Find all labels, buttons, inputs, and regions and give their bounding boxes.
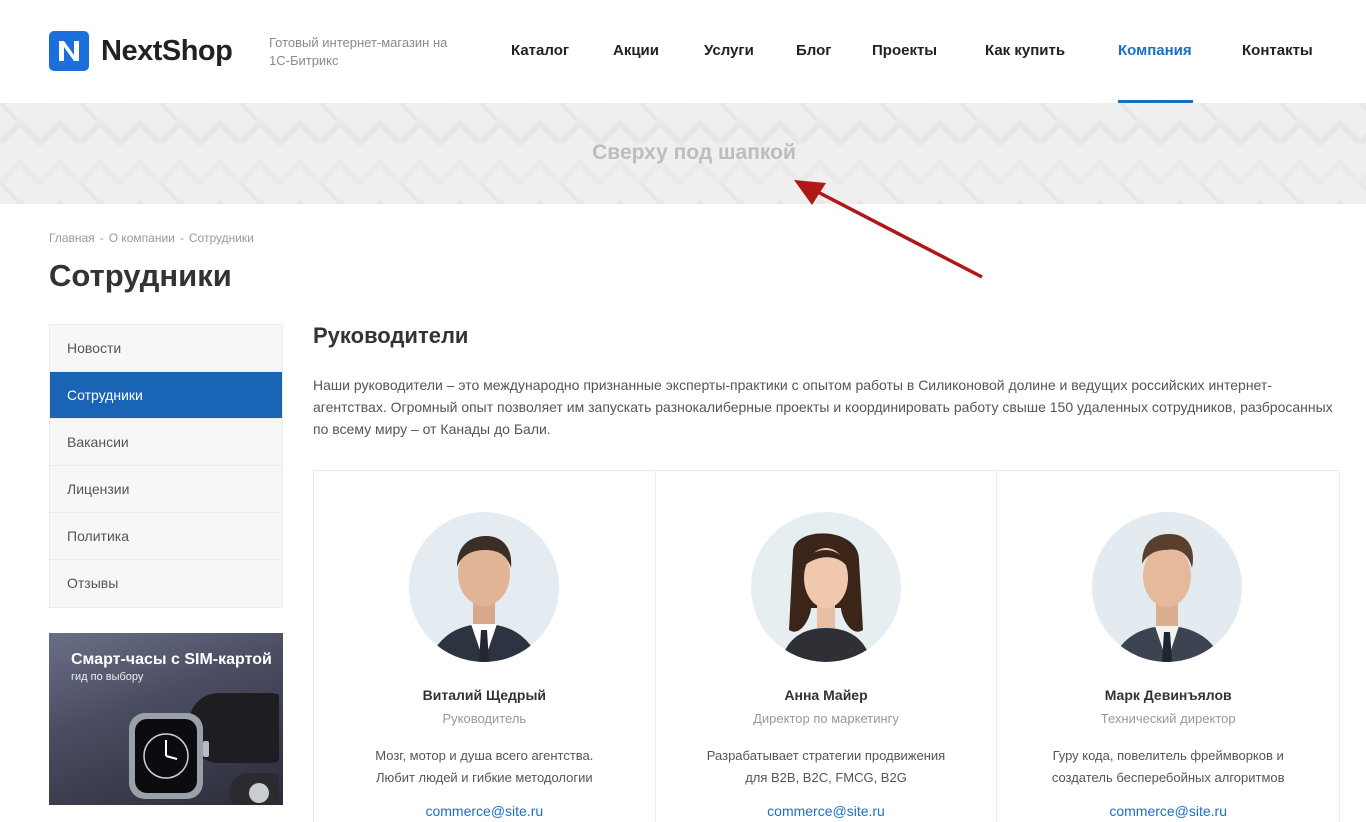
member-name: Анна Майер <box>784 687 868 703</box>
nav-item-blog[interactable]: Блог <box>796 42 832 59</box>
sidebar-menu: Новости Сотрудники Вакансии Лицензии Пол… <box>49 324 283 608</box>
top-banner: Сверху под шапкой <box>0 103 1366 204</box>
member-email-link[interactable]: commerce@site.ru <box>656 803 997 819</box>
banner-text: Сверху под шапкой <box>592 141 796 164</box>
sidebar-item-employees[interactable]: Сотрудники <box>50 372 282 419</box>
logo-text: NextShop <box>101 34 233 67</box>
member-description-line: Разрабатывает стратегии продвижения <box>706 748 946 763</box>
smartwatch-icon <box>129 693 279 805</box>
member-description-line: создатель бесперебойных алгоритмов <box>1051 770 1285 785</box>
member-description: Разрабатывает стратегии продвижения для … <box>676 745 977 789</box>
promo-banner[interactable]: Смарт-часы с SIM-картой гид по выбору <box>49 633 283 805</box>
nav-item-promotions[interactable]: Акции <box>613 42 659 59</box>
member-description-line: Любит людей и гибкие методологии <box>376 770 593 785</box>
member-role: Технический директор <box>1100 711 1236 726</box>
member-role: Директор по маркетингу <box>753 711 899 726</box>
sidebar-item-policy[interactable]: Политика <box>50 513 282 560</box>
member-description-line: для B2B, B2C, FMCG, B2G <box>745 770 907 785</box>
team-card: Анна Майер Директор по маркетингу Разраб… <box>656 471 998 822</box>
sidebar-item-reviews[interactable]: Отзывы <box>50 560 282 607</box>
member-role: Руководитель <box>442 711 527 726</box>
member-email-link[interactable]: commerce@site.ru <box>997 803 1339 819</box>
sidebar-item-vacancies[interactable]: Вакансии <box>50 419 282 466</box>
breadcrumb: Главная - О компании - Сотрудники <box>49 231 254 245</box>
sidebar-item-news[interactable]: Новости <box>50 325 282 372</box>
section-title: Руководители <box>313 323 469 348</box>
breadcrumb-about[interactable]: О компании <box>109 231 175 245</box>
team-card: Марк Девинъялов Технический директор Гур… <box>997 471 1339 822</box>
logo[interactable]: NextShop <box>49 31 233 71</box>
breadcrumb-separator: - <box>99 231 104 245</box>
team-card: Виталий Щедрый Руководитель Мозг, мотор … <box>314 471 656 822</box>
avatar <box>409 512 559 662</box>
logo-icon <box>49 31 89 71</box>
nav-item-services[interactable]: Услуги <box>704 42 754 59</box>
avatar <box>750 512 901 662</box>
site-tagline: Готовый интернет-магазин на 1С-Битрикс <box>269 35 448 68</box>
nav-item-how-to-buy[interactable]: Как купить <box>985 42 1065 59</box>
team-grid: Виталий Щедрый Руководитель Мозг, мотор … <box>313 470 1340 822</box>
sidebar-item-licenses[interactable]: Лицензии <box>50 466 282 513</box>
site-header: NextShop Готовый интернет-магазин на 1С-… <box>0 0 1366 103</box>
breadcrumb-home[interactable]: Главная <box>49 231 95 245</box>
page-title: Сотрудники <box>49 258 232 293</box>
breadcrumb-current: Сотрудники <box>188 231 254 245</box>
breadcrumb-separator: - <box>179 231 184 245</box>
member-email-link[interactable]: commerce@site.ru <box>314 803 655 819</box>
intro-text: Наши руководители – это международно при… <box>313 377 1333 437</box>
nav-item-contacts[interactable]: Контакты <box>1242 42 1313 59</box>
member-description-line: Гуру кода, повелитель фреймворков и <box>1052 748 1284 763</box>
promo-title: Смарт-часы с SIM-картой <box>71 651 272 668</box>
member-description-line: Мозг, мотор и душа всего агентства. <box>375 748 594 763</box>
nav-item-company[interactable]: Компания <box>1118 42 1192 59</box>
member-description: Мозг, мотор и душа всего агентства. Люби… <box>334 745 635 789</box>
nav-item-projects[interactable]: Проекты <box>872 42 937 59</box>
member-name: Марк Девинъялов <box>1104 687 1232 703</box>
member-name: Виталий Щедрый <box>422 687 547 703</box>
promo-subtitle: гид по выбору <box>71 671 144 683</box>
avatar <box>1092 512 1243 662</box>
nav-item-catalog[interactable]: Каталог <box>511 42 569 59</box>
annotation-arrow-icon <box>794 180 983 279</box>
member-description: Гуру кода, повелитель фреймворков и созд… <box>1017 745 1319 789</box>
